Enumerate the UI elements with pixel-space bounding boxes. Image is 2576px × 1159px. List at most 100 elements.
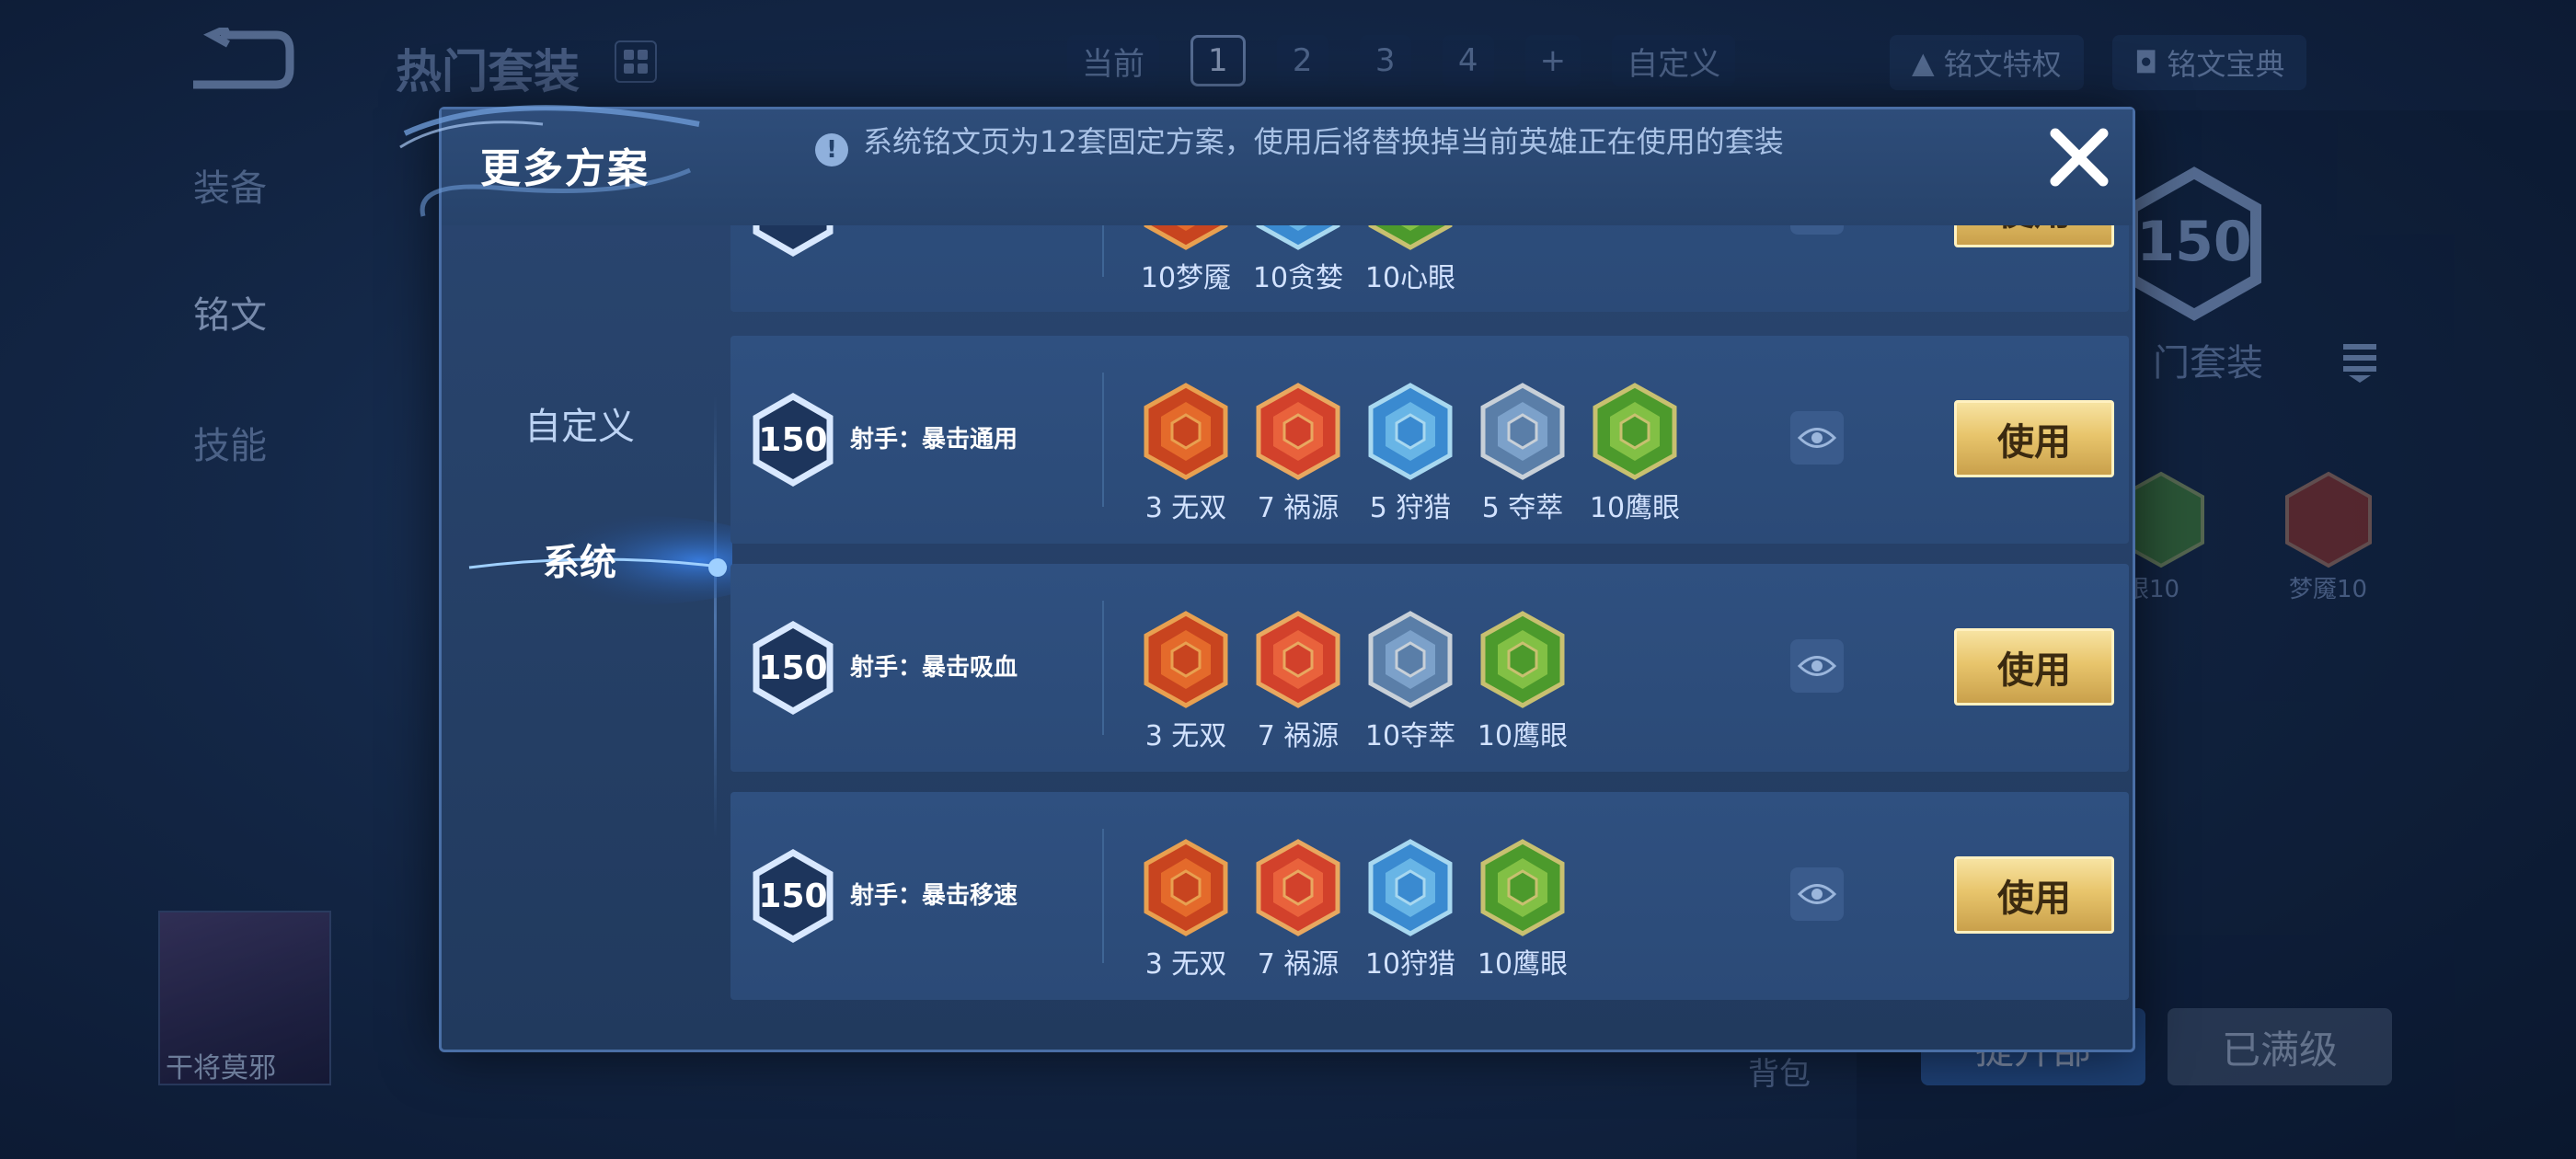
level-number: 150 [749,225,837,258]
level-hex-icon: 150 [2127,166,2261,321]
plan-row: 150法师：穿透吸血10梦魇10贪婪10心眼使用 [730,225,2129,312]
inscription-gem: 7 祸源 [1238,838,1358,981]
inscription-gem: 3 无双 [1126,838,1246,981]
plan-name: 射手：暴击吸血 [850,654,1018,682]
inscription-codex-button[interactable]: ◘ 铭文宝典 [2112,35,2307,90]
red-inscription-icon [1144,611,1228,708]
gem-label: 3 无双 [1144,948,1227,981]
inscription-gem: 3 无双 [1126,382,1246,525]
use-button[interactable]: 使用 [1954,628,2114,706]
inscription-gem: 10鹰眼 [1463,610,1582,753]
level-number: 150 [758,420,828,459]
plan-name: 射手：暴击移速 [850,882,1018,910]
tab-2[interactable]: 2 [1276,35,1328,86]
tab-current[interactable]: 当前 [1067,35,1159,86]
inscription-gem: 10梦魇 [1126,225,1246,295]
eye-icon[interactable] [1790,225,1844,235]
divider [1102,601,1104,735]
inscription-gem: 3 无双 [1126,610,1246,753]
gem-label: 7 祸源 [1257,948,1340,981]
close-icon[interactable] [2042,120,2116,194]
red2-inscription-icon [1256,611,1340,708]
modal-title: 更多方案 [480,145,650,192]
hero-name: 干将莫邪 [166,1052,276,1084]
green-inscription-icon [1480,839,1565,936]
use-button[interactable]: 使用 [1954,856,2114,934]
right-hex-number: 150 [2136,210,2251,274]
inscription-gem: 10心眼 [1351,225,1470,295]
blue-inscription-icon [1368,839,1453,936]
blue2-inscription-icon [1368,611,1453,708]
red-inscription-icon [1144,225,1228,250]
gem-label: 10贪婪 [1252,262,1344,294]
gem-label: 3 无双 [1144,492,1227,524]
inscription-gem: 7 祸源 [1238,610,1358,753]
green-inscription-icon [1593,383,1677,480]
divider [1102,829,1104,963]
gem-label: 3 无双 [1144,720,1227,752]
more-plans-modal: 更多方案 ! 系统铭文页为12套固定方案，使用后将替换掉当前英雄正在使用的套装 … [399,105,2135,1052]
gem-label: 7 祸源 [1257,720,1340,752]
menu-icon[interactable] [2341,339,2378,384]
nav-equipment[interactable]: 装备 [193,158,267,212]
tab-add[interactable]: + [1524,35,1581,86]
tab-3[interactable]: 3 [1359,35,1411,86]
grid-icon[interactable] [615,40,657,83]
use-button[interactable]: 使用 [1954,400,2114,477]
gem-label: 10鹰眼 [1477,720,1569,752]
level-number: 150 [758,648,828,687]
nav-inscription[interactable]: 铭文 [193,285,267,339]
plan-row: 150 射手：暴击移速 3 无双 7 祸源 10狩猎 10鹰眼 使用 [730,792,2129,1000]
gem-label: 10梦魇 [1140,262,1232,294]
gem-label: 10心眼 [1364,262,1456,294]
red2-inscription-icon [1256,839,1340,936]
nav-skill[interactable]: 技能 [193,416,267,469]
tab-4[interactable]: 4 [1442,35,1494,86]
inscription-gem: 5 夺萃 [1463,382,1582,525]
page-tabs: 当前 1 2 3 4 + 自定义 [1067,35,1736,86]
eye-icon[interactable] [1790,867,1844,921]
inscription-gem: 10鹰眼 [1575,382,1695,525]
codex-icon: ◘ [2134,45,2158,80]
blue-inscription-icon [1256,225,1340,250]
plan-list: 150法师：穿透吸血10梦魇10贪婪10心眼使用150射手：暴击通用3 无双7 … [730,225,2129,1050]
notice: ! 系统铭文页为12套固定方案，使用后将替换掉当前英雄正在使用的套装 [815,126,1790,166]
right-gem-label: 梦魇10 [2289,576,2368,603]
book-icon: ▲ [1912,45,1935,80]
red-inscription-icon [1144,839,1228,936]
gem-label: 10夺萃 [1364,720,1456,752]
right-label: 门套装 [2153,342,2263,384]
level-number: 150 [758,877,828,915]
back-arrow-icon[interactable] [184,28,294,92]
side-tab-system[interactable]: 系统 [442,533,718,586]
side-tab-custom[interactable]: 自定义 [442,396,718,450]
inscription-gem: 10夺萃 [1351,610,1470,753]
inscription-gem: 5 狩猎 [1351,382,1470,525]
notice-text: 系统铭文页为12套固定方案，使用后将替换掉当前英雄正在使用的套装 [863,124,1784,159]
level-badge: 150 [749,619,837,717]
tab-custom[interactable]: 自定义 [1612,35,1736,86]
eye-icon[interactable] [1790,639,1844,693]
page-title: 热门套装 [396,45,580,98]
divider [1102,225,1104,277]
gem-label: 5 夺萃 [1481,492,1564,524]
tab-1[interactable]: 1 [1190,35,1246,86]
inscription-privilege-button[interactable]: ▲ 铭文特权 [1890,35,2084,90]
gem-label: 7 祸源 [1257,492,1340,524]
max-level-button[interactable]: 已满级 [2168,1008,2392,1085]
plan-row: 150 射手：暴击通用 3 无双 7 祸源 5 狩猎 5 夺萃 10鹰眼 使用 [730,336,2129,544]
gem-label: 5 狩猎 [1369,492,1452,524]
eye-icon[interactable] [1790,411,1844,465]
gem-label: 10狩猎 [1364,948,1456,981]
level-badge: 150 [749,847,837,945]
inscription-gem: 10鹰眼 [1463,838,1582,981]
gem-label: 10鹰眼 [1477,948,1569,981]
inscription-gem: 10贪婪 [1238,225,1358,295]
plan-row: 150 射手：暴击吸血 3 无双 7 祸源 10夺萃 10鹰眼 使用 [730,564,2129,772]
inscription-gem: 7 祸源 [1238,382,1358,525]
level-badge: 150 [749,225,837,258]
side-menu: 自定义 系统 [442,225,732,1050]
green-inscription-icon [1368,225,1453,250]
bag-label[interactable]: 背包 [1748,1049,1811,1094]
use-button[interactable]: 使用 [1954,225,2114,247]
